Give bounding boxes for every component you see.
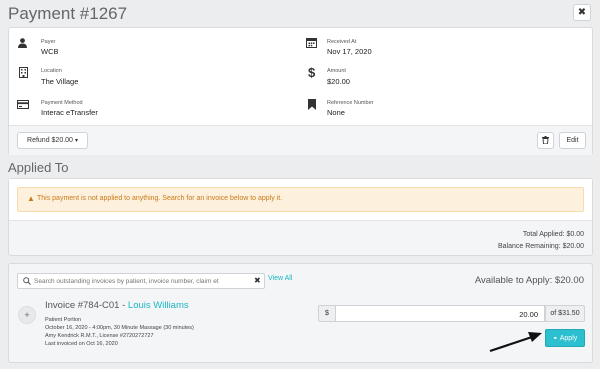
dollar-icon: $ <box>308 65 316 80</box>
payment-method-value: Interac eTransfer <box>41 108 98 117</box>
card-footer <box>9 125 592 155</box>
payer-label: Payer <box>41 39 56 45</box>
payment-details-card: Payer WCB Received At Nov 17, 2020 Locat… <box>8 27 593 155</box>
amount-value: $20.00 <box>327 77 350 86</box>
warning-text: This payment is not applied to anything.… <box>37 195 283 202</box>
calendar-icon <box>306 37 317 48</box>
view-all-link[interactable]: View All <box>268 275 292 282</box>
payer-link[interactable]: WCB <box>41 47 59 56</box>
currency-addon: $ <box>318 305 336 322</box>
user-icon <box>18 38 27 48</box>
caret-down-icon: ▾ <box>74 138 78 144</box>
page-title: Payment #1267 <box>8 4 128 23</box>
balance-remaining: Balance Remaining: $20.00 <box>497 243 584 250</box>
amount-label: Amount <box>327 68 346 74</box>
building-icon <box>19 67 28 78</box>
refund-label: Refund $20.00 <box>27 137 73 144</box>
reference-number-label: Reference Number <box>327 100 374 106</box>
available-to-apply: Available to Apply: $20.00 <box>474 275 584 286</box>
reference-number-value: None <box>327 108 345 117</box>
invoice-line-3: Last invoiced on Oct 16, 2020 <box>45 341 118 347</box>
apply-button[interactable]: ⚭ Apply <box>545 329 585 347</box>
location-label: Location <box>41 68 62 74</box>
invoice-number: Invoice #784-C01 <box>45 300 120 311</box>
invoice-portion: Patient Portion <box>45 317 82 323</box>
invoice-line-1: October 16, 2020 - 4:00pm, 30 Minute Mas… <box>45 325 194 331</box>
close-button[interactable]: ✖ <box>573 4 591 21</box>
received-at-label: Received At <box>327 39 357 45</box>
applied-to-card: ▲ This payment is not applied to anythin… <box>8 178 593 256</box>
payment-method-label: Payment Method <box>41 100 83 106</box>
search-input-wrapper[interactable]: ✖ <box>17 273 265 289</box>
refund-dropdown-button[interactable]: Refund $20.00 ▾ <box>17 132 88 149</box>
edit-button[interactable]: Edit <box>559 132 586 149</box>
delete-button[interactable] <box>537 132 554 149</box>
total-applied: Total Applied: $0.00 <box>522 231 584 238</box>
of-total-addon: of $31.50 <box>545 305 585 322</box>
invoice-line-2: Amy Kendrick R.M.T., License #2720272727 <box>45 333 154 339</box>
invoice-title-separator: - <box>119 300 128 311</box>
apply-label: Apply <box>559 334 578 342</box>
expand-invoice-button[interactable]: + <box>18 306 36 324</box>
patient-link[interactable]: Louis Williams <box>128 300 189 311</box>
applied-to-heading: Applied To <box>8 160 69 175</box>
received-at-value: Nov 17, 2020 <box>327 47 372 56</box>
clear-search-icon[interactable]: ✖ <box>254 276 261 285</box>
close-icon: ✖ <box>577 7 587 18</box>
search-input[interactable] <box>34 275 244 287</box>
card-icon <box>17 100 29 109</box>
location-value: The Village <box>41 77 79 86</box>
warning-alert: ▲ This payment is not applied to anythin… <box>17 187 584 212</box>
warning-icon: ▲ <box>27 194 35 203</box>
annotation-arrow <box>489 332 542 353</box>
invoice-title: Invoice #784-C01 - Louis Williams <box>45 300 189 311</box>
apply-amount-input[interactable]: 20.00 <box>336 305 545 322</box>
search-icon <box>23 277 31 287</box>
bookmark-icon <box>308 99 316 110</box>
trash-icon <box>542 135 549 146</box>
link-icon: ⚭ <box>552 335 558 342</box>
